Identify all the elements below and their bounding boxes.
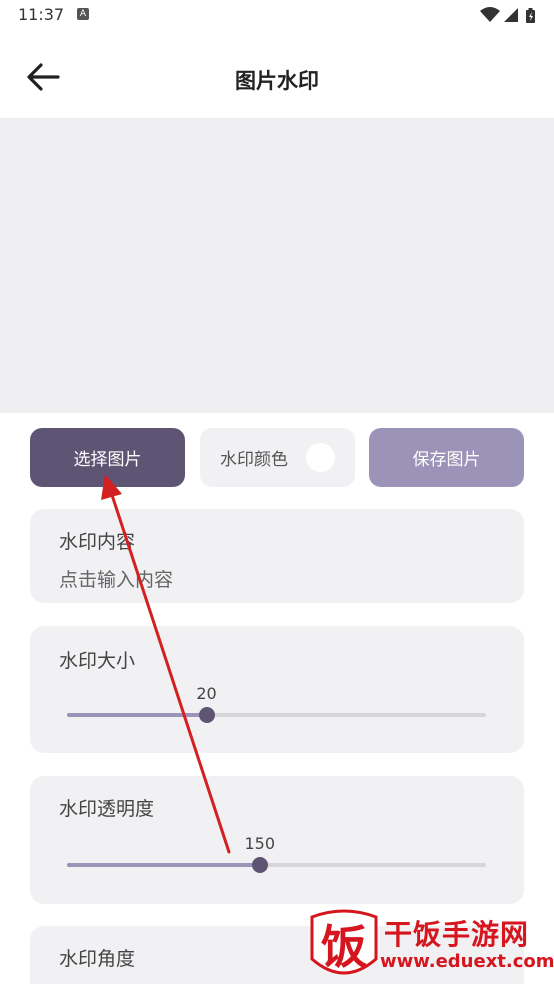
- color-swatch[interactable]: [306, 443, 335, 472]
- status-icons: [480, 7, 535, 23]
- watermark-size-label: 水印大小: [59, 650, 136, 672]
- slider-thumb[interactable]: [251, 857, 268, 873]
- battery-icon: [526, 8, 535, 23]
- wifi-icon: [480, 7, 500, 22]
- watermark-opacity-card: 水印透明度 150: [30, 776, 524, 904]
- watermark-content-input[interactable]: 点击输入内容: [59, 565, 173, 592]
- watermark-opacity-label: 水印透明度: [59, 798, 155, 820]
- slider-fill: [67, 863, 260, 867]
- notification-icon: A: [77, 8, 89, 20]
- watermark-color-label: 水印颜色: [220, 450, 288, 470]
- select-image-label: 选择图片: [73, 450, 142, 470]
- save-image-label: 保存图片: [412, 450, 481, 470]
- app-header: 图片水印: [0, 40, 554, 118]
- status-bar: 11:37 A: [0, 0, 554, 32]
- image-preview[interactable]: [0, 118, 554, 413]
- site-title: 干饭手游网: [384, 918, 530, 951]
- page-title: 图片水印: [235, 69, 319, 93]
- select-image-button[interactable]: 选择图片: [30, 428, 185, 487]
- watermark-content-label: 水印内容: [59, 531, 136, 553]
- watermark-content-card[interactable]: 水印内容 点击输入内容: [30, 509, 524, 603]
- watermark-angle-label: 水印角度: [59, 948, 136, 970]
- slider-thumb[interactable]: [198, 707, 215, 723]
- logo-emblem: 饭: [310, 909, 378, 975]
- watermark-size-value: 20: [196, 684, 217, 703]
- save-image-button[interactable]: 保存图片: [369, 428, 524, 487]
- watermark-opacity-value: 150: [244, 834, 276, 853]
- site-url: www.eduext.com: [380, 951, 554, 972]
- site-watermark-logo: 饭 干饭手游网 www.eduext.com: [306, 907, 554, 984]
- watermark-size-card: 水印大小 20: [30, 626, 524, 753]
- watermark-opacity-slider[interactable]: [67, 857, 486, 873]
- logo-char: 饭: [321, 920, 367, 974]
- status-time: 11:37: [18, 5, 65, 24]
- signal-icon: [504, 8, 518, 22]
- watermark-color-button[interactable]: 水印颜色: [200, 428, 355, 487]
- watermark-size-slider[interactable]: [67, 707, 486, 723]
- slider-fill: [67, 713, 207, 717]
